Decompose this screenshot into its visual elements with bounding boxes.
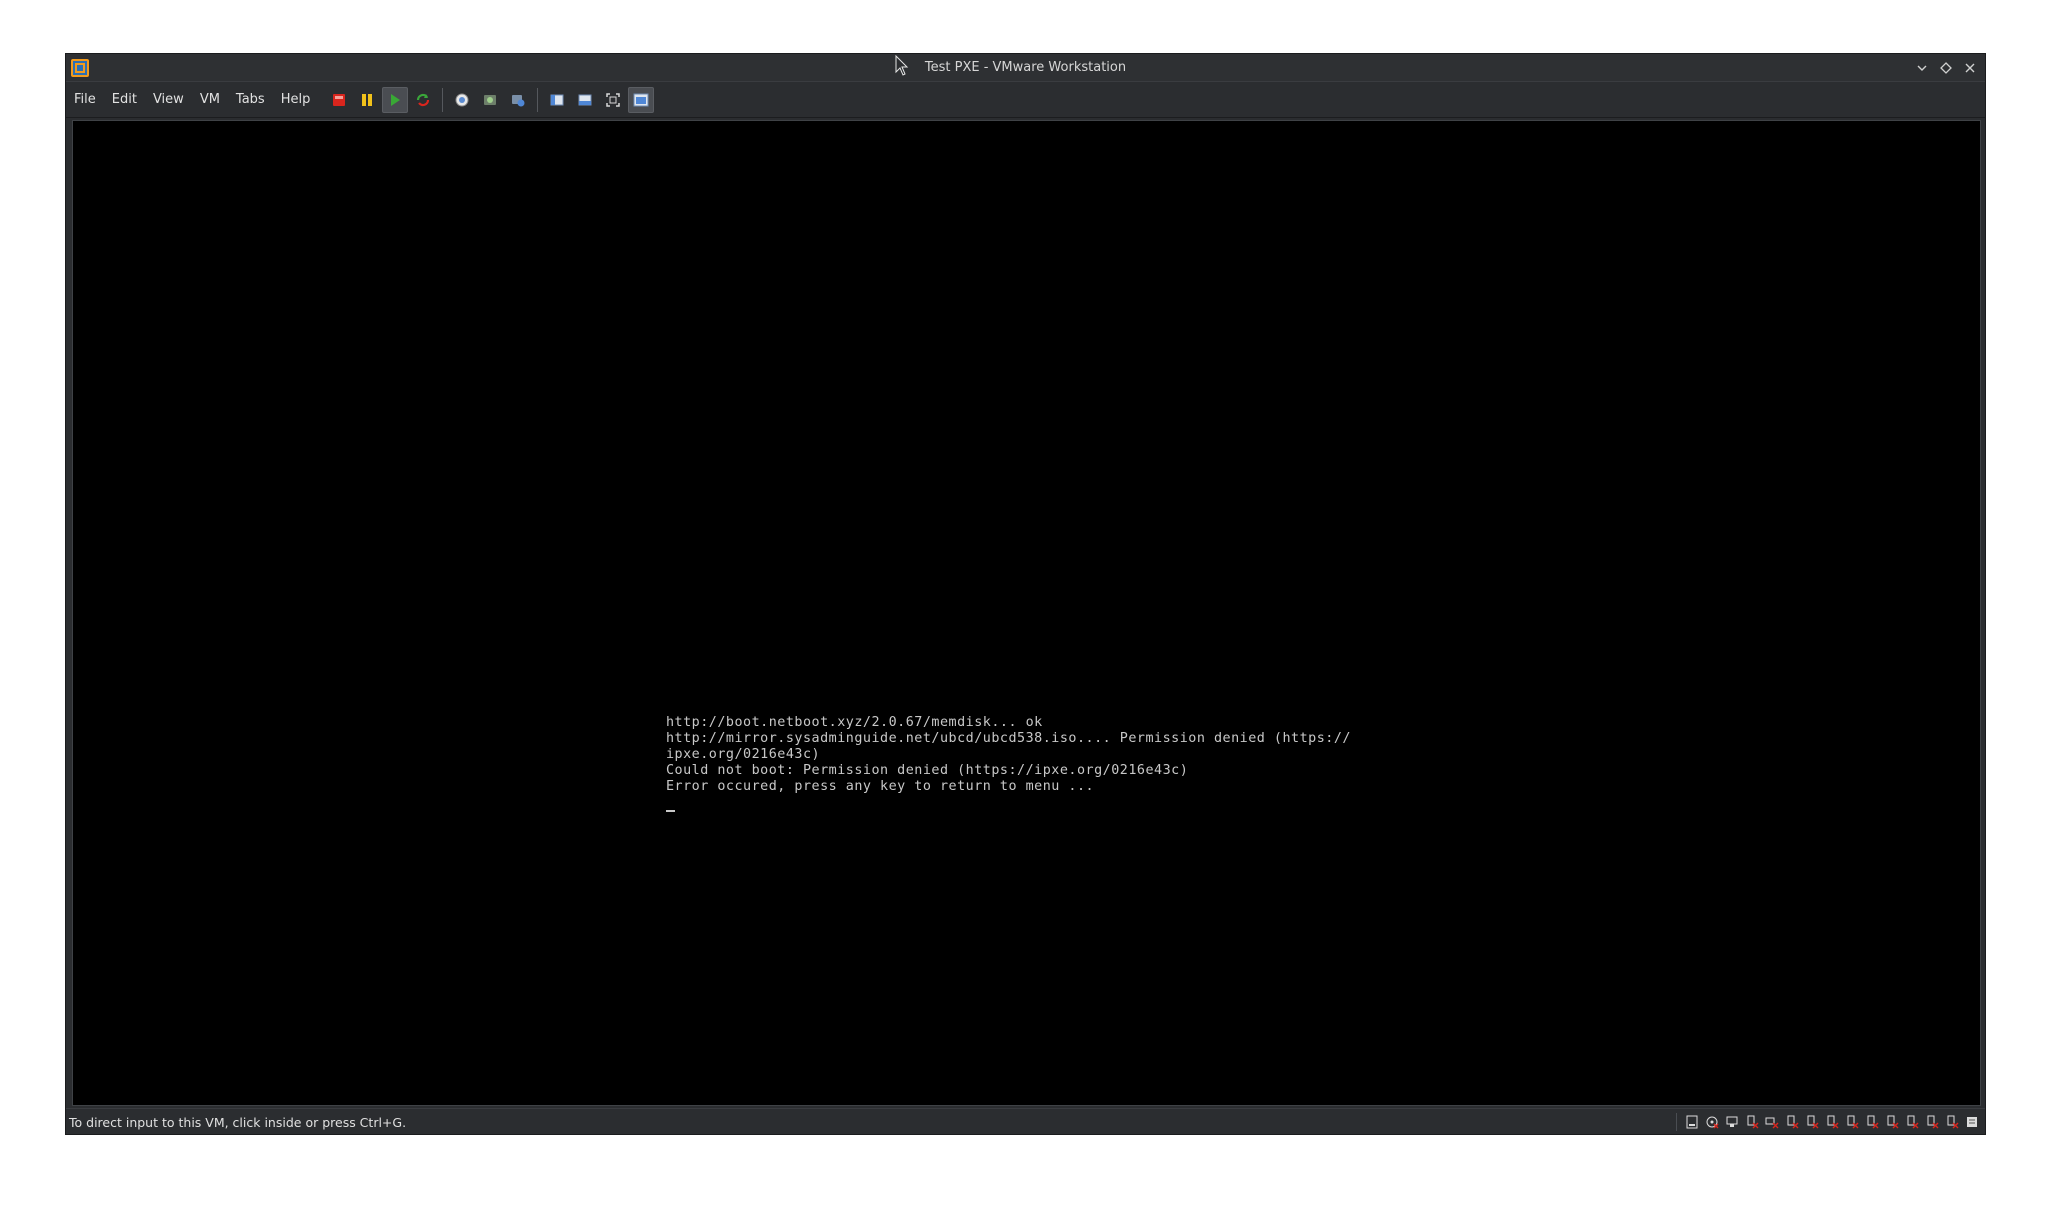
console-line: Could not boot: Permission denied (https… xyxy=(666,763,1189,778)
menu-tabs[interactable]: Tabs xyxy=(228,88,273,112)
toolbar-separator xyxy=(442,87,444,112)
device-status-icons xyxy=(1676,1113,1981,1131)
console-line: http://boot.netboot.xyz/2.0.67/memdisk..… xyxy=(666,715,1043,730)
toolbar-separator xyxy=(537,87,539,112)
power-on-icon xyxy=(391,93,401,106)
close-icon xyxy=(1965,63,1975,73)
console-view-button[interactable] xyxy=(628,86,655,113)
usb-device-disconnected-icon[interactable] xyxy=(1943,1113,1961,1131)
menu-vm[interactable]: VM xyxy=(192,88,228,112)
revert-snapshot-button[interactable] xyxy=(477,87,503,113)
usb-device-disconnected-icon[interactable] xyxy=(1903,1113,1921,1131)
usb-device-disconnected-icon[interactable] xyxy=(1803,1113,1821,1131)
network-adapter-icon[interactable] xyxy=(1723,1113,1741,1131)
toolbar xyxy=(326,86,655,113)
menu-help[interactable]: Help xyxy=(273,88,319,112)
usb-device-disconnected-icon[interactable] xyxy=(1823,1113,1841,1131)
usb-device-disconnected-icon[interactable] xyxy=(1743,1113,1761,1131)
usb-device-disconnected-icon[interactable] xyxy=(1863,1113,1881,1131)
menu-bar: File Edit View VM Tabs Help xyxy=(66,82,1985,118)
menu-edit[interactable]: Edit xyxy=(104,88,145,112)
thumbnail-bar-icon xyxy=(578,94,592,105)
reset-icon xyxy=(417,93,430,106)
menu-view[interactable]: View xyxy=(145,88,192,112)
console-view-icon xyxy=(633,93,649,106)
console-spacer xyxy=(666,795,1351,801)
message-log-icon[interactable] xyxy=(1963,1113,1981,1131)
vm-console-screen[interactable]: http://boot.netboot.xyz/2.0.67/memdisk..… xyxy=(72,120,1981,1106)
thumbnail-bar-button[interactable] xyxy=(572,87,598,113)
status-message: To direct input to this VM, click inside… xyxy=(69,1115,407,1130)
console-line: http://mirror.sysadminguide.net/ubcd/ubc… xyxy=(666,731,1351,746)
take-snapshot-button[interactable] xyxy=(449,87,475,113)
library-icon xyxy=(550,94,564,105)
full-screen-button[interactable] xyxy=(600,87,626,113)
chevron-down-icon xyxy=(1917,65,1927,71)
diamond-icon xyxy=(1940,62,1952,74)
snapshot-manager-icon xyxy=(512,94,525,106)
console-line: Error occured, press any key to return t… xyxy=(666,779,1095,794)
suspend-button[interactable] xyxy=(354,87,380,113)
hard-disk-icon[interactable] xyxy=(1683,1113,1701,1131)
text-cursor xyxy=(666,810,675,812)
usb-device-disconnected-icon[interactable] xyxy=(1923,1113,1941,1131)
mouse-pointer-icon xyxy=(895,55,909,76)
console-output: http://boot.netboot.xyz/2.0.67/memdisk..… xyxy=(666,715,1351,817)
window-title: Test PXE - VMware Workstation xyxy=(924,60,1127,75)
usb-device-disconnected-icon[interactable] xyxy=(1763,1113,1781,1131)
status-bar: To direct input to this VM, click inside… xyxy=(66,1108,1985,1134)
menu-file[interactable]: File xyxy=(66,88,104,112)
title-bar[interactable]: Test PXE - VMware Workstation xyxy=(66,54,1985,82)
window-controls xyxy=(1913,58,1979,78)
minimize-button[interactable] xyxy=(1913,59,1931,77)
snapshot-manager-button[interactable] xyxy=(505,87,531,113)
vmware-window: Test PXE - VMware Workstation File Edit … xyxy=(65,53,1986,1135)
snapshot-icon xyxy=(455,93,469,106)
full-screen-icon xyxy=(606,92,621,107)
reset-button[interactable] xyxy=(410,87,436,113)
usb-device-disconnected-icon[interactable] xyxy=(1783,1113,1801,1131)
revert-snapshot-icon xyxy=(484,94,497,105)
power-on-button[interactable] xyxy=(382,86,409,113)
console-line: ipxe.org/0216e43c) xyxy=(666,747,821,762)
close-button[interactable] xyxy=(1961,59,1979,77)
maximize-button[interactable] xyxy=(1937,59,1955,77)
show-library-button[interactable] xyxy=(544,87,570,113)
usb-device-disconnected-icon[interactable] xyxy=(1843,1113,1861,1131)
power-off-button[interactable] xyxy=(326,87,352,113)
usb-device-disconnected-icon[interactable] xyxy=(1883,1113,1901,1131)
cd-dvd-icon[interactable] xyxy=(1703,1113,1721,1131)
power-off-icon xyxy=(333,93,346,106)
suspend-icon xyxy=(362,93,373,106)
